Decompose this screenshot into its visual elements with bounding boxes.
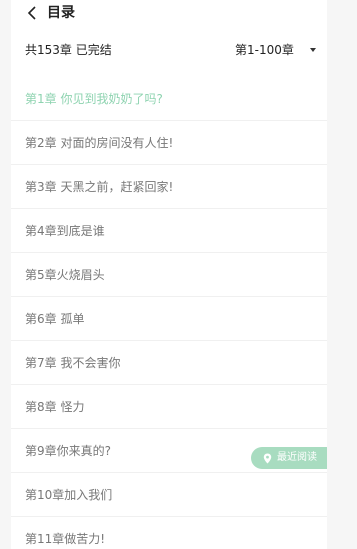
chapter-item[interactable]: 第3章 天黑之前，赶紧回家! [11,165,327,209]
page-title: 目录 [47,5,75,21]
chapter-item[interactable]: 第11章做苦力! [11,517,327,549]
chapter-title: 第6章 孤单 [25,312,85,326]
chapter-title: 第2章 对面的房间没有人住! [25,136,174,150]
chapter-title: 第8章 怪力 [25,400,85,414]
chapter-title: 第11章做苦力! [25,532,106,546]
top-bar: 目录 [11,0,327,26]
chapter-summary: 共153章 已完结 [25,43,112,57]
chapter-item[interactable]: 第4章到底是谁 [11,209,327,253]
chapter-item[interactable]: 第10章加入我们 [11,473,327,517]
chapter-item[interactable]: 第5章火烧眉头 [11,253,327,297]
chapter-title: 第7章 我不会害你 [25,356,121,370]
chapter-title: 第5章火烧眉头 [25,268,105,282]
chapter-list: 第1章 你见到我奶奶了吗? 第2章 对面的房间没有人住! 第3章 天黑之前，赶紧… [11,77,327,549]
chapter-item[interactable]: 第1章 你见到我奶奶了吗? [11,77,327,121]
chapter-item[interactable]: 第2章 对面的房间没有人住! [11,121,327,165]
chapter-range-select[interactable]: 第1-100章 [235,40,316,60]
chapter-item[interactable]: 第6章 孤单 [11,297,327,341]
chapter-item[interactable]: 第7章 我不会害你 [11,341,327,385]
chapter-title: 第4章到底是谁 [25,224,105,238]
location-pin-icon [263,453,272,463]
chapter-title: 第9章你来真的? [25,444,112,458]
chapter-item[interactable]: 第8章 怪力 [11,385,327,429]
caret-down-icon [309,48,316,52]
recent-reading-label: 最近阅读 [277,452,317,463]
recent-reading-button[interactable]: 最近阅读 [251,447,327,469]
chapter-title: 第3章 天黑之前，赶紧回家! [25,180,174,194]
chapter-title: 第10章加入我们 [25,488,113,502]
chevron-left-icon[interactable] [26,6,38,20]
chapter-range-label: 第1-100章 [235,43,294,57]
chapter-title: 第1章 你见到我奶奶了吗? [25,92,163,106]
